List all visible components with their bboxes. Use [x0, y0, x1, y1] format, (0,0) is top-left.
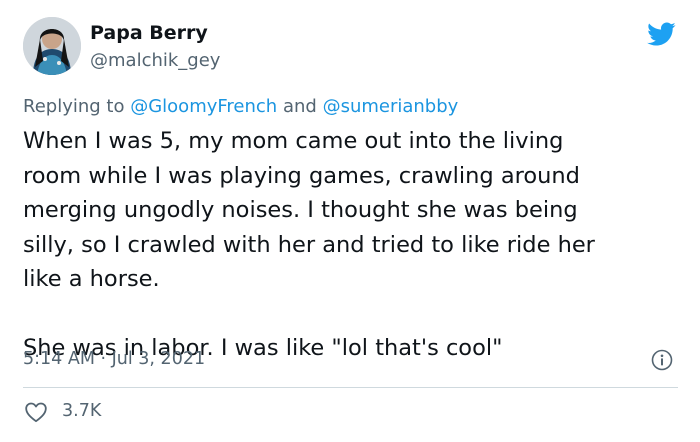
- like-count[interactable]: 3.7K: [62, 401, 101, 421]
- replying-to-joiner: and: [282, 96, 317, 117]
- info-icon[interactable]: [651, 349, 673, 371]
- tweet-text-line: When I was 5, my mom came out into the l…: [23, 128, 564, 154]
- mention-link[interactable]: @GloomyFrench: [130, 96, 277, 117]
- display-name[interactable]: Papa Berry: [90, 22, 208, 44]
- replying-to-label: Replying to: [23, 96, 125, 117]
- user-handle[interactable]: @malchik_gey: [90, 50, 220, 71]
- tweet-text-line: merging ungodly noises. I thought she wa…: [23, 197, 578, 223]
- divider: [23, 387, 678, 388]
- tweet-text-line: like a horse.: [23, 266, 160, 292]
- tweet-timestamp[interactable]: 5:14 AM · Jul 3, 2021: [23, 349, 205, 369]
- avatar-image: [23, 17, 81, 75]
- twitter-bird-icon[interactable]: [644, 19, 678, 49]
- avatar[interactable]: [23, 17, 81, 75]
- tweet-text-line: silly, so I crawled with her and tried t…: [23, 231, 595, 258]
- tweet-text-line: room while I was playing games, crawling…: [23, 162, 580, 189]
- tweet-text: When I was 5, my mom came out into the l…: [23, 124, 683, 366]
- replying-to-line: Replying to @GloomyFrench and @sumerianb…: [23, 96, 458, 117]
- tweet-card: Papa Berry @malchik_gey Replying to @Glo…: [0, 0, 700, 442]
- heart-icon[interactable]: [24, 401, 48, 423]
- mention-link[interactable]: @sumerianbby: [323, 96, 459, 117]
